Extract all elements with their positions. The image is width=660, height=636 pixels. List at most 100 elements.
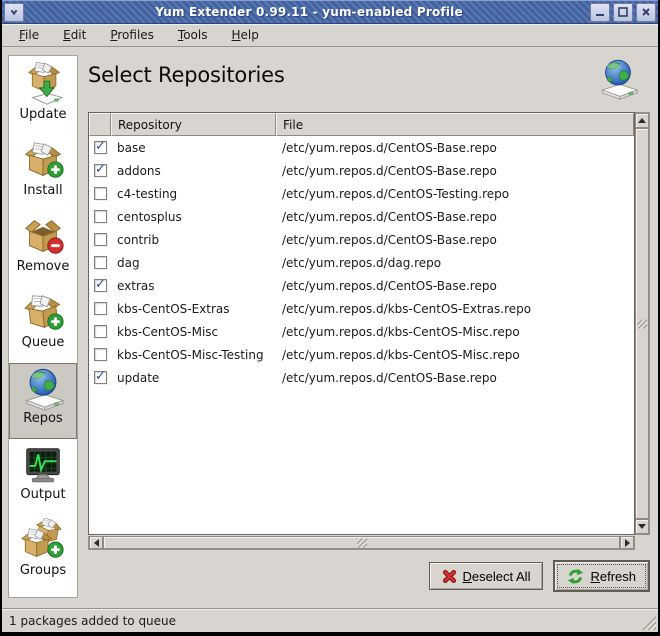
resize-grip[interactable] (642, 616, 656, 630)
monitor-waveform-icon (20, 442, 66, 488)
horizontal-scroll-thumb[interactable] (103, 536, 620, 549)
table-row[interactable]: base /etc/yum.repos.d/CentOS-Base.repo (89, 136, 634, 159)
table-row[interactable]: dag /etc/yum.repos.d/dag.repo (89, 251, 634, 274)
menubar: File Edit Profiles Tools Help (2, 24, 658, 47)
vertical-scrollbar[interactable] (635, 112, 650, 535)
repo-file: /etc/yum.repos.d/kbs-CentOS-Misc.repo (276, 325, 634, 339)
repo-file: /etc/yum.repos.d/CentOS-Base.repo (276, 210, 634, 224)
globe-disc-icon (20, 366, 66, 412)
repo-name: addons (111, 164, 276, 178)
sidebar-item-remove[interactable]: Remove (9, 211, 77, 287)
repo-file: /etc/yum.repos.d/kbs-CentOS-Misc.repo (276, 348, 634, 362)
repo-checkbox[interactable] (94, 141, 107, 154)
sidebar-item-label: Repos (23, 411, 62, 426)
table-row[interactable]: kbs-CentOS-Misc /etc/yum.repos.d/kbs-Cen… (89, 320, 634, 343)
repo-file: /etc/yum.repos.d/CentOS-Base.repo (276, 279, 634, 293)
repo-file: /etc/yum.repos.d/dag.repo (276, 256, 634, 270)
sidebar-item-label: Update (19, 107, 66, 122)
table-row[interactable]: addons /etc/yum.repos.d/CentOS-Base.repo (89, 159, 634, 182)
repo-checkbox[interactable] (94, 256, 107, 269)
repo-checkbox[interactable] (94, 187, 107, 200)
groups-cartons-plus-icon (20, 518, 66, 564)
vertical-scroll-thumb[interactable] (635, 128, 649, 519)
repo-name: update (111, 371, 276, 385)
column-header-file[interactable]: File (276, 113, 634, 136)
maximize-icon (618, 7, 628, 17)
arrow-up-icon (638, 118, 646, 123)
maximize-button[interactable] (613, 3, 633, 22)
sidebar-item-repos[interactable]: Repos (9, 363, 77, 439)
remove-carton-minus-icon (20, 214, 66, 260)
table-body: base /etc/yum.repos.d/CentOS-Base.repo a… (89, 136, 634, 534)
menu-edit[interactable]: Edit (54, 25, 95, 45)
sidebar-item-label: Groups (20, 563, 66, 578)
arrow-left-icon (94, 539, 99, 547)
sidebar-item-queue[interactable]: Queue (9, 287, 77, 363)
repo-name: kbs-CentOS-Misc (111, 325, 276, 339)
repos-globe-icon (596, 57, 640, 101)
table-row[interactable]: kbs-CentOS-Extras /etc/yum.repos.d/kbs-C… (89, 297, 634, 320)
refresh-icon (567, 568, 584, 585)
sidebar-item-label: Install (23, 183, 62, 198)
repo-file: /etc/yum.repos.d/kbs-CentOS-Extras.repo (276, 302, 634, 316)
scroll-up-button[interactable] (635, 113, 649, 128)
column-header-repository[interactable]: Repository (111, 113, 276, 136)
repo-name: contrib (111, 233, 276, 247)
repo-checkbox[interactable] (94, 233, 107, 246)
install-carton-plus-icon (20, 138, 66, 184)
table-row[interactable]: extras /etc/yum.repos.d/CentOS-Base.repo (89, 274, 634, 297)
repo-name: base (111, 141, 276, 155)
menu-profiles[interactable]: Profiles (101, 25, 163, 45)
repo-file: /etc/yum.repos.d/CentOS-Base.repo (276, 371, 634, 385)
table-row[interactable]: centosplus /etc/yum.repos.d/CentOS-Base.… (89, 205, 634, 228)
sidebar-item-label: Remove (17, 259, 70, 274)
repo-name: c4-testing (111, 187, 276, 201)
arrow-right-icon (625, 539, 630, 547)
sidebar-item-update[interactable]: Update (9, 59, 77, 135)
menu-tools[interactable]: Tools (169, 25, 217, 45)
status-text: 1 packages added to queue (9, 614, 176, 628)
repo-file: /etc/yum.repos.d/CentOS-Base.repo (276, 141, 634, 155)
repo-checkbox[interactable] (94, 302, 107, 315)
scroll-left-button[interactable] (89, 536, 103, 549)
table-header: Repository File (89, 113, 634, 136)
arrow-down-icon (638, 524, 646, 529)
sidebar-item-label: Output (20, 487, 65, 502)
refresh-button[interactable]: Refresh (553, 560, 650, 592)
scroll-down-button[interactable] (635, 519, 649, 534)
repo-name: kbs-CentOS-Extras (111, 302, 276, 316)
titlebar[interactable]: Yum Extender 0.99.11 - yum-enabled Profi… (2, 0, 658, 24)
table-row[interactable]: contrib /etc/yum.repos.d/CentOS-Base.rep… (89, 228, 634, 251)
repo-checkbox[interactable] (94, 164, 107, 177)
table-row[interactable]: kbs-CentOS-Misc-Testing /etc/yum.repos.d… (89, 343, 634, 366)
repo-checkbox[interactable] (94, 210, 107, 223)
close-button[interactable] (636, 3, 656, 22)
sidebar-item-output[interactable]: Output (9, 439, 77, 515)
repo-checkbox[interactable] (94, 371, 107, 384)
repository-table-zone: Repository File base /etc/yum.repos.d/Ce… (88, 112, 650, 550)
table-row[interactable]: update /etc/yum.repos.d/CentOS-Base.repo (89, 366, 634, 389)
repo-name: centosplus (111, 210, 276, 224)
sidebar-item-groups[interactable]: Groups (9, 515, 77, 591)
repo-file: /etc/yum.repos.d/CentOS-Base.repo (276, 233, 634, 247)
repo-name: kbs-CentOS-Misc-Testing (111, 348, 276, 362)
minimize-icon (595, 7, 605, 17)
main-panel: Select Repositories Repository File (88, 55, 650, 608)
sidebar: Update Install Remove (8, 55, 78, 598)
minimize-button[interactable] (590, 3, 610, 22)
scroll-right-button[interactable] (620, 536, 634, 549)
repo-checkbox[interactable] (94, 348, 107, 361)
repo-checkbox[interactable] (94, 279, 107, 292)
sidebar-item-install[interactable]: Install (9, 135, 77, 211)
sidebar-item-label: Queue (22, 335, 65, 350)
column-header-checkbox[interactable] (89, 113, 111, 136)
repo-name: extras (111, 279, 276, 293)
repo-checkbox[interactable] (94, 325, 107, 338)
menu-help[interactable]: Help (223, 25, 268, 45)
window-menu-button[interactable] (4, 3, 24, 22)
deselect-all-button[interactable]: Deselect All (429, 562, 544, 590)
window-title: Yum Extender 0.99.11 - yum-enabled Profi… (28, 5, 590, 19)
table-row[interactable]: c4-testing /etc/yum.repos.d/CentOS-Testi… (89, 182, 634, 205)
horizontal-scrollbar[interactable] (88, 536, 635, 550)
menu-file[interactable]: File (10, 25, 48, 45)
